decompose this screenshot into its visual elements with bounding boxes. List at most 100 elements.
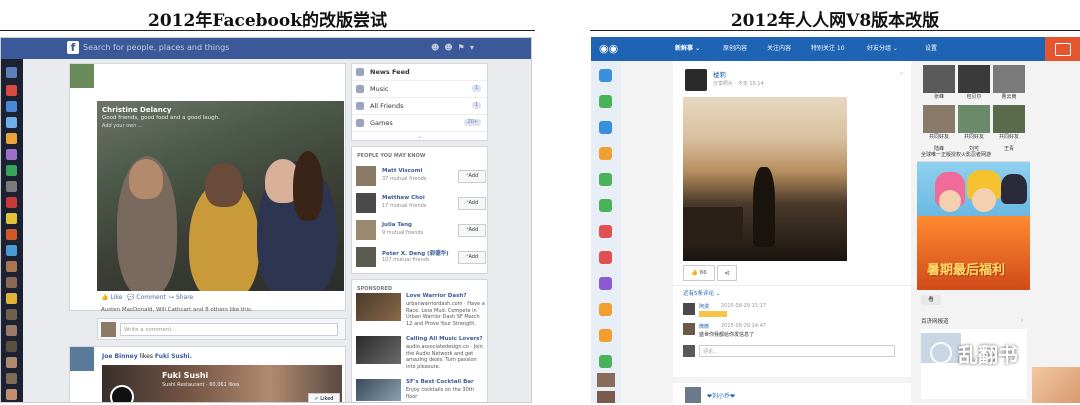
nav-tab-feed[interactable]: 新鲜事 ⌄ [675, 37, 700, 61]
commenter-avatar[interactable] [683, 323, 695, 335]
post-photo[interactable] [683, 97, 847, 261]
rail-friend-avatar[interactable] [6, 389, 17, 400]
rail-app-icon[interactable] [599, 277, 612, 290]
friend-tile[interactable]: 曹云南 [993, 65, 1025, 101]
comment-author[interactable]: 微微 [699, 323, 709, 330]
ad-header[interactable]: 全球唯一正版授权火影忍者网游 [921, 151, 991, 158]
comments-header[interactable]: 近有5条评论 ⌄ [683, 289, 720, 297]
friend-tile[interactable]: 共同好友 [923, 105, 955, 141]
nav-tab-groups[interactable]: 好友分组 ⌄ [867, 37, 898, 61]
friend-tile[interactable]: 王青 [993, 145, 1025, 159]
rail-avatar[interactable] [597, 373, 615, 387]
chevron-down-icon[interactable]: ⌄ [899, 69, 904, 76]
rail-app-icon[interactable] [599, 147, 612, 160]
chevron-right-icon[interactable]: › [1021, 317, 1023, 324]
share-button[interactable]: ↪ Share [169, 294, 193, 301]
nav-tab-following[interactable]: 关注内容 [767, 37, 791, 61]
author-avatar[interactable] [685, 387, 701, 403]
likes-summary[interactable]: Austen MacDonald, Will Cathcart and 8 ot… [101, 307, 253, 313]
rail-app-icon[interactable] [6, 149, 17, 160]
game-ad-banner[interactable]: 暑期最后福利 [917, 162, 1030, 290]
rail-app-icon[interactable] [6, 165, 17, 176]
author-avatar[interactable] [70, 64, 94, 88]
ad-title[interactable]: Love Warrior Dash? [406, 293, 466, 299]
ad-thumbnail[interactable] [356, 293, 401, 321]
home-icon[interactable] [599, 69, 612, 82]
add-friend-button[interactable]: ⁺Add [458, 224, 486, 237]
friend-tile[interactable]: 共同好友 [993, 105, 1025, 141]
rail-app-icon[interactable] [599, 225, 612, 238]
comment-button[interactable]: 💬 Comment [127, 294, 166, 301]
rail-friend-avatar[interactable] [6, 357, 17, 368]
profile-icon[interactable] [599, 121, 612, 134]
rail-friend-avatar[interactable] [6, 261, 17, 272]
rail-app-icon[interactable] [599, 95, 612, 108]
rail-app-icon[interactable] [6, 117, 17, 128]
message-button[interactable] [1045, 37, 1080, 61]
ad-thumbnail[interactable] [356, 379, 401, 401]
ad-title[interactable]: SF's Best Cocktail Bar [406, 379, 474, 385]
friend-avatar[interactable] [356, 193, 376, 213]
ad-item[interactable]: Calling All Music Lovers? audio.associat… [356, 336, 486, 372]
sidebar-item-games[interactable]: Games 20+ [352, 115, 487, 132]
rail-app-icon[interactable] [599, 173, 612, 186]
rail-friend-avatar[interactable] [6, 341, 17, 352]
rail-app-icon[interactable] [599, 329, 612, 342]
add-friend-button[interactable]: ⁺Add [458, 170, 486, 183]
section-header[interactable]: 百济网报道 [921, 317, 949, 325]
friend-tile[interactable]: 包贝尔 [958, 65, 990, 101]
ad-item[interactable]: Love Warrior Dash? urbanwarriordash.com … [356, 293, 486, 329]
chevron-down-icon[interactable]: ⌄ [352, 132, 487, 142]
rail-friend-avatar[interactable] [6, 277, 17, 288]
comment-author[interactable]: 阿漫 [699, 303, 709, 310]
friend-name[interactable]: Matt Viscomi [382, 168, 422, 174]
add-friend-button[interactable]: ⁺Add [458, 197, 486, 210]
friend-name[interactable]: Julia Tang [382, 222, 412, 228]
friend-avatar[interactable] [356, 166, 376, 186]
friend-tile[interactable]: 张峰 [923, 65, 955, 101]
comment-input[interactable]: 评论... [699, 345, 895, 357]
rail-avatar-icon[interactable] [6, 67, 17, 78]
renren-logo-icon[interactable]: ◉◉ [599, 41, 621, 57]
friend-name[interactable]: Matthew Choi [382, 195, 425, 201]
rail-friend-avatar[interactable] [6, 293, 17, 304]
author-avatar[interactable] [685, 69, 707, 91]
rail-app-icon[interactable] [599, 251, 612, 264]
sidebar-item-news-feed[interactable]: News Feed [352, 64, 487, 81]
nav-tab-settings[interactable]: 设置 [925, 37, 937, 61]
ad-thumbnail[interactable] [356, 336, 401, 364]
share-icon[interactable]: ⋖ [717, 265, 737, 281]
rail-app-icon[interactable] [599, 303, 612, 316]
rail-friend-avatar[interactable] [6, 325, 17, 336]
friend-avatar[interactable] [356, 220, 376, 240]
rail-app-icon[interactable] [6, 181, 17, 192]
add-friend-button[interactable]: ⁺Add [458, 251, 486, 264]
nav-tab-original[interactable]: 原创内容 [723, 37, 747, 61]
rail-app-icon[interactable] [6, 229, 17, 240]
rail-app-icon[interactable] [6, 245, 17, 256]
rail-app-icon[interactable] [599, 355, 612, 368]
post2-object[interactable]: Fuki Sushi. [155, 353, 192, 360]
notification-icons[interactable]: ☻☻⚑▾ [431, 43, 501, 53]
rail-app-icon[interactable] [6, 213, 17, 224]
ad-view-button[interactable]: 看 [921, 295, 941, 305]
post-author-name[interactable]: Christine Delancy [102, 106, 171, 114]
rail-app-icon[interactable] [6, 197, 17, 208]
rail-avatar[interactable] [597, 391, 615, 403]
like-button[interactable]: 👍 66 [683, 265, 715, 281]
post-author-name[interactable]: 楼莉 [713, 69, 726, 79]
friend-avatar[interactable] [356, 247, 376, 267]
rail-app-icon[interactable] [599, 199, 612, 212]
like-button[interactable]: 👍 Like [101, 294, 122, 301]
ad-item[interactable]: SF's Best Cocktail Bar Enjoy cocktails o… [356, 379, 486, 402]
rail-app-icon[interactable] [6, 85, 17, 96]
friend-tile[interactable]: 共同好友 [958, 105, 990, 141]
search-input[interactable]: Search for people, places and things [83, 41, 313, 55]
author-avatar[interactable] [70, 347, 94, 371]
liked-button[interactable]: ✓ Liked [308, 393, 340, 402]
rail-friend-avatar[interactable] [6, 373, 17, 384]
rail-app-icon[interactable] [6, 133, 17, 144]
rail-app-icon[interactable] [6, 101, 17, 112]
post-photo[interactable] [97, 101, 344, 291]
post2-author[interactable]: Joe Binney [102, 353, 138, 360]
